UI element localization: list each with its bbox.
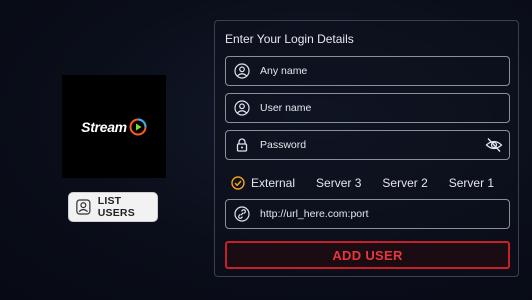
eye-off-icon[interactable]: [485, 137, 503, 153]
password-field[interactable]: Password: [225, 130, 510, 160]
server-option-3[interactable]: Server 3: [316, 176, 361, 190]
password-placeholder: Password: [260, 139, 307, 151]
user-icon: [234, 63, 250, 79]
url-placeholder: http://url_here.com:port: [260, 208, 369, 220]
app-logo: Stream: [62, 75, 166, 178]
server-option-external[interactable]: External: [231, 176, 295, 190]
any-name-field[interactable]: Any name: [225, 56, 510, 86]
server-option-1[interactable]: Server 1: [449, 176, 494, 190]
list-users-button[interactable]: LIST USERS: [68, 192, 158, 222]
login-panel: Enter Your Login Details Any name User n…: [214, 20, 519, 277]
url-field[interactable]: http://url_here.com:port: [225, 199, 510, 229]
any-name-placeholder: Any name: [260, 65, 308, 77]
user-name-field[interactable]: User name: [225, 93, 510, 123]
user-name-placeholder: User name: [260, 102, 312, 114]
lock-icon: [236, 138, 248, 152]
login-title: Enter Your Login Details: [225, 32, 354, 46]
check-circle-icon: [231, 176, 245, 190]
link-icon: [234, 206, 250, 222]
server-option-2[interactable]: Server 2: [382, 176, 427, 190]
add-user-button[interactable]: ADD USER: [225, 241, 510, 269]
server-selector: External Server 3 Server 2 Server 1: [231, 173, 515, 193]
play-logo-icon: [129, 118, 147, 135]
add-user-label: ADD USER: [332, 247, 403, 263]
user-list-icon: [76, 199, 91, 215]
user-icon: [234, 100, 250, 116]
logo-text: Stream: [81, 118, 127, 135]
server-label: External: [251, 176, 296, 190]
list-users-label: LIST USERS: [97, 195, 135, 219]
